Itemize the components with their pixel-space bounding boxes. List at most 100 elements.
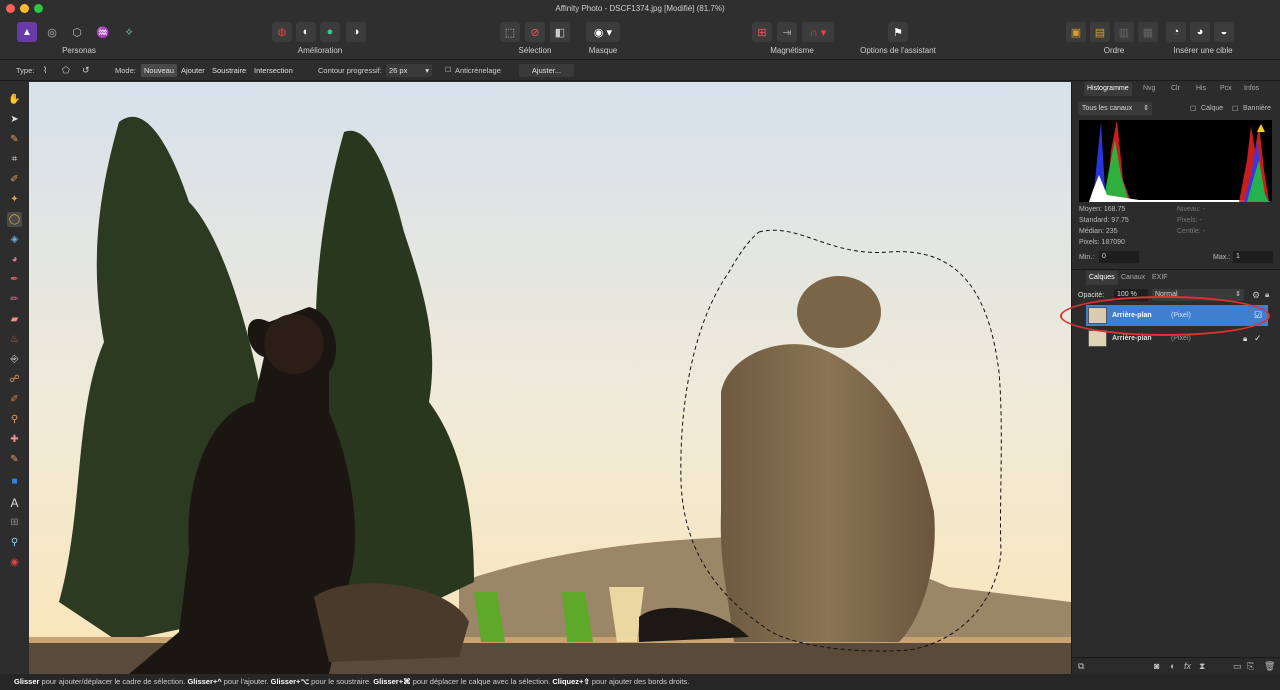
text-icon[interactable]: A [7,495,22,510]
color-replace-icon[interactable]: ✏ [7,292,22,307]
visibility-check-icon[interactable]: ✓ [1254,328,1262,349]
auto-contrast-icon[interactable]: ◐ [296,22,316,42]
tab-infos[interactable]: Infos [1244,82,1259,96]
layers-footer: ⧉ ◙ ◐ fx ⧗ ▭ ⎘ 🗑︎ [1072,657,1280,674]
lock-icon[interactable]: 🔒︎ [1265,290,1269,300]
zoom-window-button[interactable] [34,4,43,13]
move-back-icon[interactable]: ▤ [1090,22,1110,42]
max-input[interactable]: 1 [1233,251,1273,263]
freehand-type-icon[interactable]: ⌇ [43,60,47,81]
insert-top-icon[interactable]: ◒ [1214,22,1234,42]
move-icon[interactable]: ➤ [7,112,22,127]
magnetic-type-icon[interactable]: ↺ [82,60,90,81]
magnet-icon[interactable]: ∩ ▾ [802,22,834,42]
right-panel: Histogramme Nvg Clr His Pcx Infos Tous l… [1060,82,1280,674]
sponge-icon[interactable]: ⚲ [7,412,22,427]
status-bold-2: Glisser+^ [187,677,222,686]
selection-brush-icon[interactable]: ✐ [7,172,22,187]
tab-pcx[interactable]: Pcx [1220,82,1232,96]
move-forward-icon[interactable]: ▥ [1114,22,1134,42]
develop-persona-icon[interactable]: ⬡ [67,22,87,42]
red-eye-icon[interactable]: ◉ [7,555,22,570]
clone-icon[interactable]: ⎆ [7,352,22,367]
mode-soustraire-button[interactable]: Soustraire [209,64,249,77]
mode-ajouter-button[interactable]: Ajouter [178,64,208,77]
deselect-icon[interactable]: ⊘ [525,22,545,42]
insert-inside-icon[interactable]: ◔ [1166,22,1186,42]
invert-selection-icon[interactable]: ◧ [550,22,570,42]
status-bold-1: Glisser [14,677,40,686]
add-pixel-layer-icon[interactable]: ⎘ [1247,661,1254,672]
trash-icon[interactable]: 🗑︎ [1264,661,1275,672]
hood [797,276,881,348]
grid-snap-icon[interactable]: ⊞ [752,22,772,42]
liquify-persona-icon[interactable]: ◎ [42,22,62,42]
banniere-checkbox[interactable]: ☐ [1232,105,1238,113]
feather-input[interactable]: 26 px ▾ [386,64,432,77]
fill-icon[interactable]: ◈ [7,232,22,247]
hand-icon[interactable]: ✋ [7,92,22,107]
export-persona-icon[interactable]: ⟡ [119,22,139,42]
zoom-icon[interactable]: ⚲ [7,535,22,550]
tone-mapping-persona-icon[interactable]: ♒ [93,22,113,42]
tab-canaux[interactable]: Canaux [1121,271,1145,285]
tab-histogramme[interactable]: Histogramme [1084,82,1132,96]
tab-calques[interactable]: Calques [1086,271,1118,285]
context-toolbar: Type: ⌇ ⬠ ↺ Mode: Nouveau Ajouter Soustr… [0,60,1280,81]
tools-panel: ✋ ➤ ✎ ⌗ ✐ ✦ ◯ ◈ ◕ ✒ ✏ ▰ ♨ ⎆ ☍ ✐ ⚲ ✚ ✎ ■ … [0,82,29,674]
antialias-checkbox[interactable]: ☐ [445,60,451,81]
close-window-button[interactable] [6,4,15,13]
group-icon[interactable]: ▭ [1233,661,1242,672]
polygonal-type-icon[interactable]: ⬠ [62,60,70,81]
insert-behind-icon[interactable]: ◕ [1190,22,1210,42]
healing-icon[interactable]: ✚ [7,432,22,447]
paint-brush-icon[interactable]: ✒ [7,272,22,287]
tab-his[interactable]: His [1196,82,1206,96]
minimize-window-button[interactable] [20,4,29,13]
auto-colors-icon[interactable]: ● [320,22,340,42]
fx-icon[interactable]: fx [1184,661,1191,671]
assistant-options-icon[interactable]: ⚑ [888,22,908,42]
chevron-down-icon: ▾ [425,66,429,75]
select-all-icon[interactable]: ⬚ [500,22,520,42]
gradient-icon[interactable]: ◕ [7,252,22,267]
pen-icon[interactable]: ✎ [7,452,22,467]
tab-clr[interactable]: Clr [1171,82,1180,96]
gear-icon[interactable]: ⚙ [1252,290,1260,301]
mode-intersection-button[interactable]: Intersection [251,64,296,77]
color-picker-icon[interactable]: ✎ [7,132,22,147]
live-filter-icon[interactable]: ⧗ [1199,661,1205,672]
mask-dropdown-icon[interactable]: ◉ ▾ [586,22,620,42]
calque-checkbox[interactable]: ☐ [1190,105,1196,113]
flood-select-icon[interactable]: ✦ [7,192,22,207]
rectangle-icon[interactable]: ■ [7,474,22,489]
dodge-icon[interactable]: ♨ [7,332,22,347]
crop-icon[interactable]: ⌗ [7,152,22,167]
photo-persona-icon[interactable]: ▲ [17,22,37,42]
auto-white-balance-icon[interactable]: ◑ [346,22,366,42]
erase-icon[interactable]: ▰ [7,312,22,327]
tab-nvg[interactable]: Nvg [1143,82,1155,96]
auto-levels-icon[interactable]: ◍ [272,22,292,42]
layer-thumbnail [1088,330,1107,347]
min-input[interactable]: 0 [1099,251,1139,263]
status-text-3: pour le soustraire. [309,677,374,686]
channel-select[interactable]: Tous les canaux ⇕ [1078,102,1152,115]
mesh-warp-icon[interactable]: ⊞ [7,515,22,530]
adjustment-icon[interactable]: ◐ [1170,661,1175,671]
lasso-icon[interactable]: ◯ [7,212,22,227]
layers-stack-icon[interactable]: ⧉ [1078,661,1084,672]
send-to-back-icon[interactable]: ▣ [1066,22,1086,42]
personas-label: Personas [62,46,96,55]
document-canvas[interactable] [29,82,1071,674]
bring-to-front-icon[interactable]: ▦ [1138,22,1158,42]
blur-brush-icon[interactable]: ✐ [7,392,22,407]
smudge-icon[interactable]: ☍ [7,372,22,387]
mask-layer-icon[interactable]: ◙ [1154,661,1159,671]
adjust-button[interactable]: Ajuster... [519,64,574,77]
woman-head [264,314,324,374]
tab-exif[interactable]: EXIF [1152,271,1168,285]
snap-align-icon[interactable]: ⇥ [777,22,797,42]
mode-nouveau-button[interactable]: Nouveau [141,64,178,77]
lock-icon[interactable]: 🔒︎ [1243,328,1247,349]
